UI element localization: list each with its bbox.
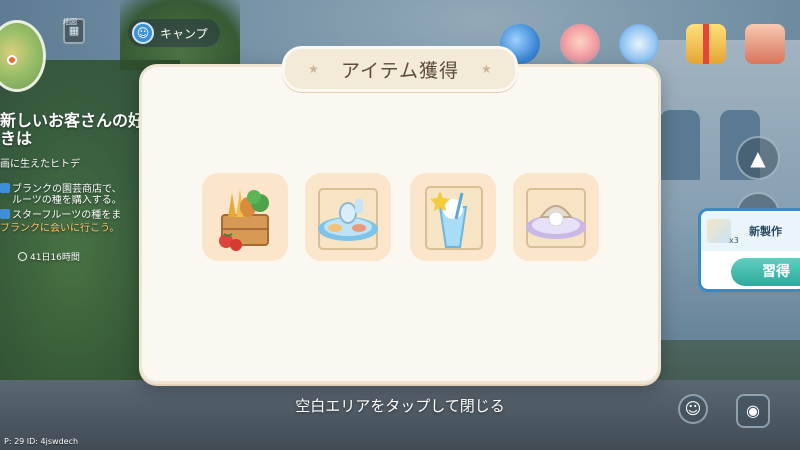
- quest-timer: 41日16時間: [18, 250, 80, 263]
- quest-line-text: ルーツの種を購入する。: [12, 195, 122, 206]
- recipe-card-title: 新製作: [749, 225, 782, 238]
- gift-icon[interactable]: [686, 24, 726, 64]
- dialog-title-tab: ★ アイテム獲得 ★: [282, 46, 518, 92]
- camp-label: キャンプ: [160, 26, 208, 41]
- clock-icon: [18, 252, 27, 261]
- quest-timer-text: 41日16時間: [30, 253, 80, 263]
- map-button[interactable]: 地図 ▦: [63, 18, 85, 44]
- arrow-up-icon: ▲: [750, 146, 766, 170]
- camp-button[interactable]: ☺ キャンプ: [128, 19, 220, 47]
- quest-line-text: ブランクに会いに行こう。: [0, 223, 120, 234]
- basket-icon[interactable]: [745, 24, 785, 64]
- recipe-learn-card[interactable]: x3 新製作 習得: [698, 208, 800, 292]
- quest-title[interactable]: 新しいお客さんの好きは: [0, 112, 150, 148]
- seafood-platter-icon: [318, 188, 378, 250]
- checkbox-icon: [0, 183, 10, 193]
- vegetable-crate-item[interactable]: [202, 173, 288, 261]
- recipe-card-header: x3 新製作: [701, 211, 800, 251]
- map-label: 地図: [63, 18, 77, 26]
- star-icon: ★: [308, 62, 319, 76]
- quest-subtitle: 画に生えたヒトデ: [0, 159, 80, 170]
- recipe-count: x3: [729, 236, 739, 245]
- quest-line: スターフルーツの種をま: [0, 209, 150, 222]
- player-pin-icon: [7, 55, 17, 65]
- checkbox-icon: [0, 209, 10, 219]
- item-list: [200, 173, 600, 263]
- seafood-platter-recipe-item[interactable]: [305, 173, 391, 261]
- smiley-icon: ☺: [132, 22, 154, 44]
- jump-up-button[interactable]: ▲: [736, 136, 780, 180]
- whale-icon[interactable]: [619, 24, 659, 64]
- quest-line-text: ブランクの園芸商店で、: [12, 184, 122, 195]
- close-hint: 空白エリアをタップして閉じる: [295, 397, 505, 415]
- recipe-scroll-icon: x3: [707, 219, 739, 245]
- pearl-dish-icon: [526, 188, 586, 248]
- learn-button[interactable]: 習得: [731, 258, 800, 286]
- pearl-dish-recipe-item[interactable]: [513, 173, 599, 261]
- player-info: P: 29 ID: 4jswdech: [4, 437, 79, 446]
- quest-line-text: スターフルーツの種をま: [12, 210, 122, 221]
- vegetable-crate-icon: [219, 189, 269, 251]
- dialog-title: アイテム獲得: [340, 59, 460, 82]
- star-drink-icon: [425, 186, 483, 250]
- star-icon: ★: [481, 62, 492, 76]
- quest-line: ブランクに会いに行こう。: [0, 223, 150, 235]
- shell-icon[interactable]: [560, 24, 600, 64]
- star-drink-recipe-item[interactable]: [410, 173, 496, 261]
